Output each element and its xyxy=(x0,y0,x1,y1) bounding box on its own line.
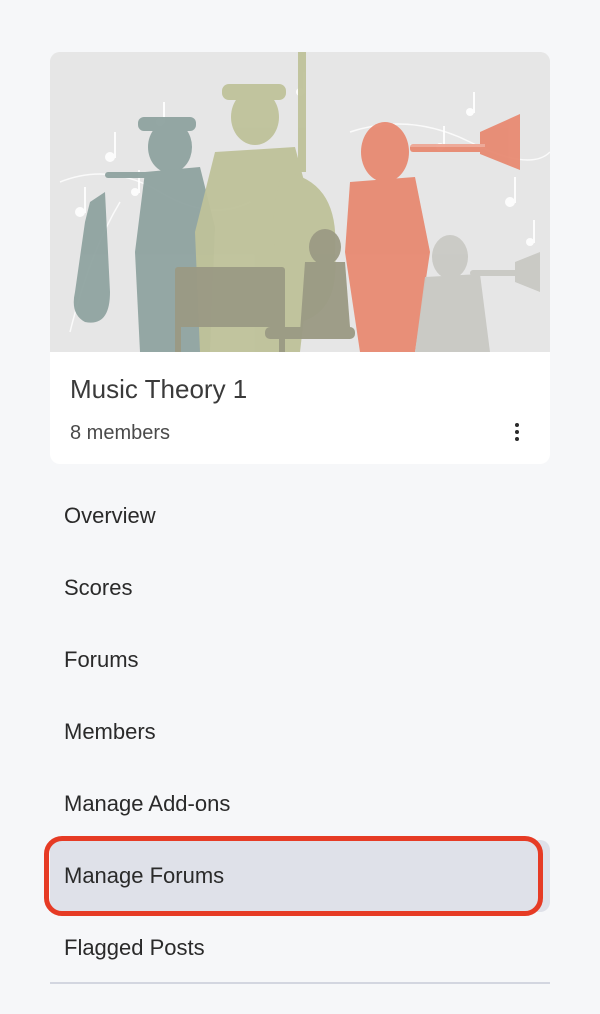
group-sidebar: Music Theory 1 8 members Overview Scores… xyxy=(0,0,600,1014)
nav-item-label: Overview xyxy=(64,503,156,528)
nav-item-manage-forums[interactable]: Manage Forums xyxy=(44,836,550,916)
group-banner-image xyxy=(50,52,550,352)
nav-item-label: Flagged Posts xyxy=(64,935,205,960)
members-count[interactable]: 8 members xyxy=(70,420,170,446)
group-nav-menu: Overview Scores Forums Members Manage Ad… xyxy=(44,480,550,984)
nav-item-manage-add-ons[interactable]: Manage Add-ons xyxy=(50,768,550,840)
nav-item-label: Scores xyxy=(64,575,133,600)
kebab-dot xyxy=(515,437,519,441)
group-title: Music Theory 1 xyxy=(70,374,248,404)
group-card: Music Theory 1 8 members xyxy=(50,52,550,464)
kebab-dot xyxy=(515,423,519,427)
nav-item-label: Members xyxy=(64,719,156,744)
nav-item-forums[interactable]: Forums xyxy=(50,624,550,696)
nav-item-overview[interactable]: Overview xyxy=(50,480,550,552)
divider xyxy=(50,982,550,984)
nav-item-label: Manage Add-ons xyxy=(64,791,231,816)
musicians-illustration xyxy=(50,52,550,352)
nav-item-label: Forums xyxy=(64,647,139,672)
kebab-menu-icon[interactable] xyxy=(502,416,532,448)
nav-item-scores[interactable]: Scores xyxy=(50,552,550,624)
nav-item-label: Manage Forums xyxy=(64,863,225,888)
nav-item-members[interactable]: Members xyxy=(50,696,550,768)
kebab-dot xyxy=(515,430,519,434)
nav-item-flagged-posts[interactable]: Flagged Posts xyxy=(50,912,550,984)
